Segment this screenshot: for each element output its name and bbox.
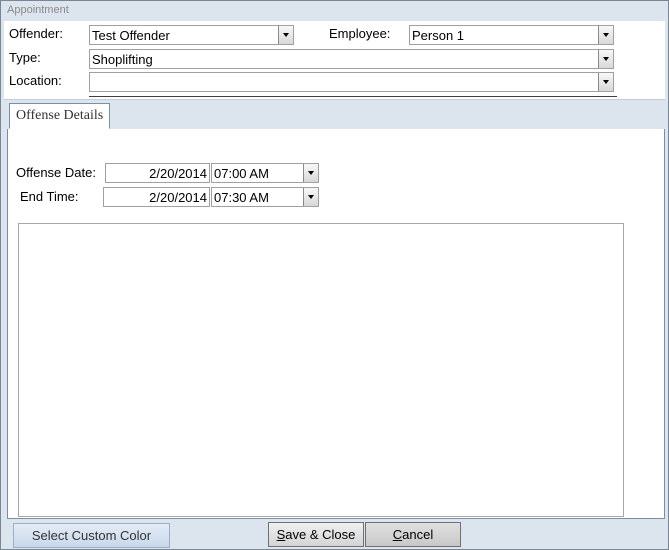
cancel-accesskey: C: [392, 527, 403, 542]
type-combo[interactable]: Shoplifting: [89, 49, 614, 69]
employee-value: Person 1: [412, 28, 465, 43]
employee-label: Employee:: [329, 26, 391, 41]
employee-dropdown-chevron-down-icon[interactable]: [598, 26, 613, 44]
offender-value: Test Offender: [92, 28, 170, 43]
cancel-label: ancel: [402, 527, 434, 542]
window-title: Appointment: [7, 4, 69, 16]
save-close-accesskey: S: [276, 527, 286, 542]
notes-textarea[interactable]: [18, 223, 624, 517]
end-date-field[interactable]: 2/20/2014: [103, 187, 210, 207]
offender-combo[interactable]: Test Offender: [89, 25, 294, 45]
location-label: Location:: [9, 73, 62, 88]
end-time-value: 07:30 AM: [214, 190, 269, 205]
end-time-label: End Time:: [20, 189, 79, 204]
offense-date-field[interactable]: 2/20/2014: [105, 163, 210, 183]
tab-strip: Offense Details: [7, 101, 665, 130]
form-divider: [89, 96, 617, 97]
start-time-value: 07:00 AM: [214, 166, 269, 181]
cancel-button[interactable]: Cancel: [365, 522, 461, 547]
tab-offense-details[interactable]: Offense Details: [9, 103, 111, 129]
location-dropdown-chevron-down-icon[interactable]: [598, 73, 613, 91]
appointment-header-form: Offender: Test Offender Employee: Person…: [4, 21, 665, 100]
start-time-combo[interactable]: 07:00 AM: [211, 163, 319, 183]
end-date-value: 2/20/2014: [149, 190, 207, 205]
employee-combo[interactable]: Person 1: [409, 25, 614, 45]
type-dropdown-chevron-down-icon[interactable]: [598, 50, 613, 68]
start-time-dropdown-chevron-down-icon[interactable]: [303, 164, 318, 182]
offense-date-label: Offense Date:: [16, 165, 96, 180]
location-combo[interactable]: [89, 72, 614, 92]
end-time-dropdown-chevron-down-icon[interactable]: [303, 188, 318, 206]
save-close-button[interactable]: Save & Close: [268, 522, 364, 547]
type-value: Shoplifting: [92, 52, 153, 67]
select-custom-color-button[interactable]: Select Custom Color: [13, 523, 170, 548]
appointment-window: Appointment Offender: Test Offender Empl…: [0, 0, 669, 550]
offense-date-value: 2/20/2014: [149, 166, 207, 181]
type-label: Type:: [9, 50, 41, 65]
save-close-label: ave & Close: [285, 527, 356, 542]
offender-label: Offender:: [9, 26, 63, 41]
end-time-combo[interactable]: 07:30 AM: [211, 187, 319, 207]
offender-dropdown-chevron-down-icon[interactable]: [278, 26, 293, 44]
